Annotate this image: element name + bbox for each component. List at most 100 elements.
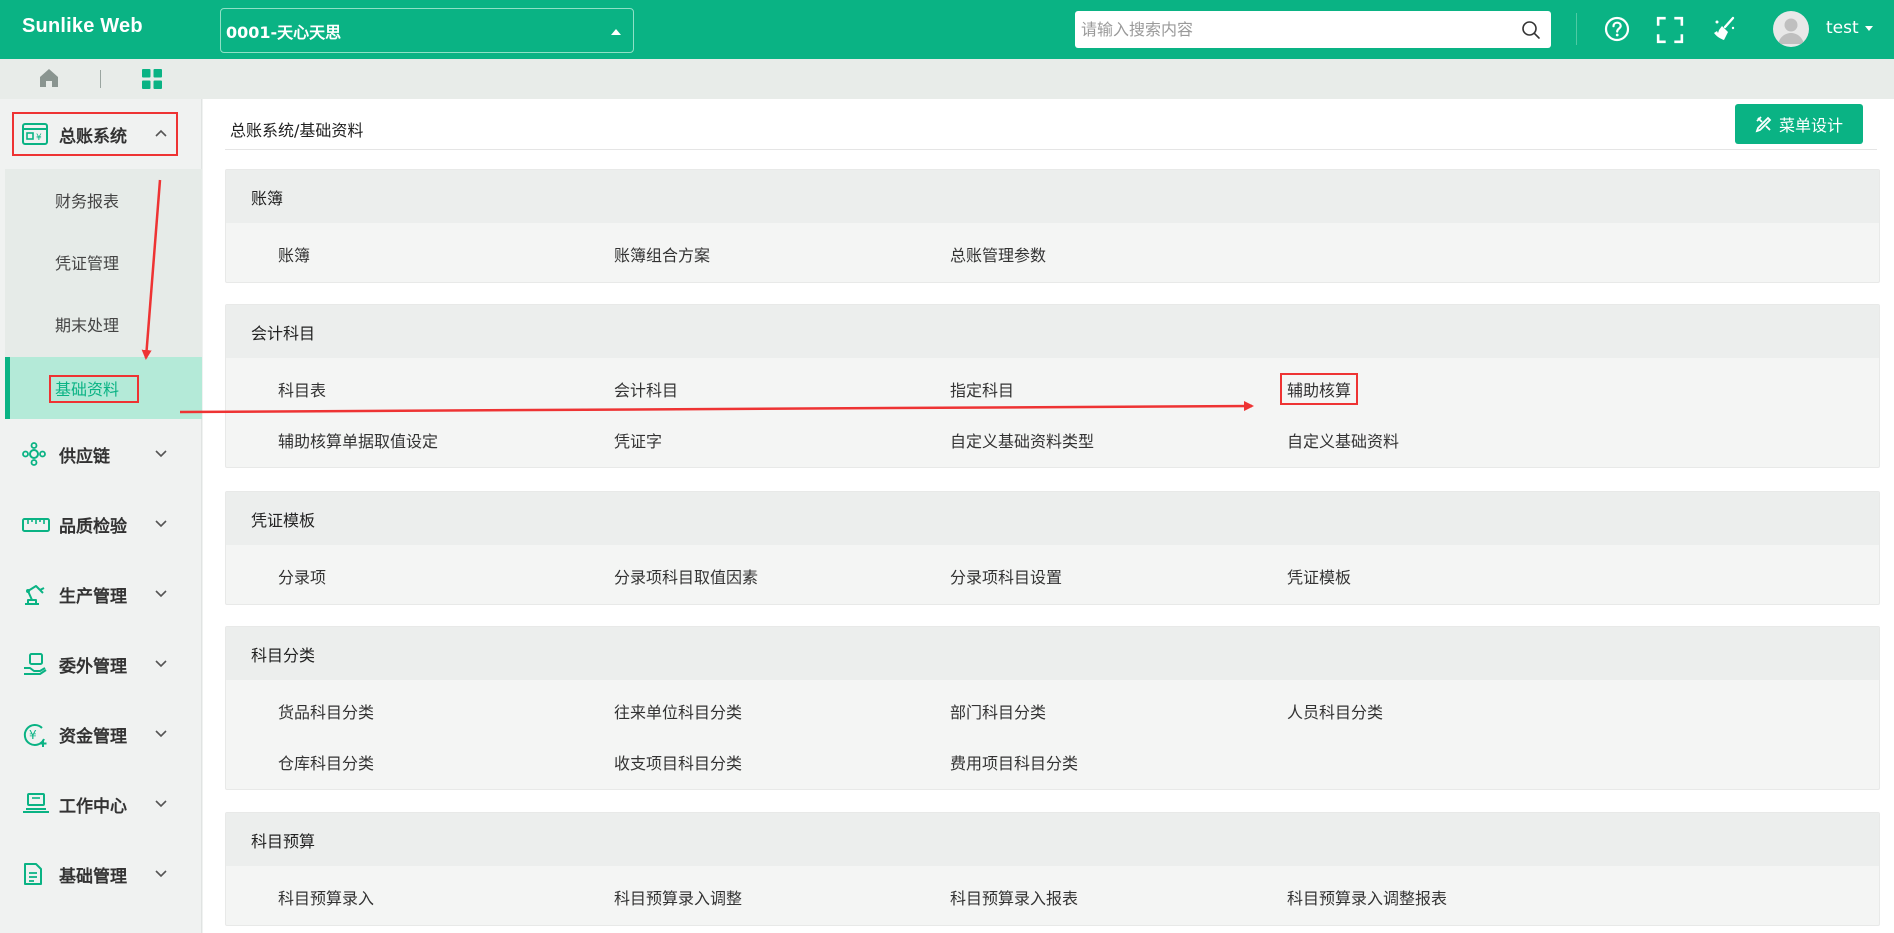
user-name: test [1826,18,1859,38]
section-account-budget: 科目预算 科目预算录入 科目预算录入调整 科目预算录入报表 科目预算录入调整报表 [225,812,1880,926]
sidebar-item-outsourcing[interactable]: 委外管理 [0,635,202,693]
top-bar: Sunlike Web 0001-天心天思 test [0,0,1894,59]
menu-link[interactable]: 科目预算录入调整报表 [1287,885,1447,909]
menu-link[interactable]: 分录项科目取值因素 [614,564,758,588]
menu-link[interactable]: 指定科目 [950,377,1014,401]
search-box[interactable] [1075,11,1551,48]
svg-text:¥: ¥ [29,728,37,742]
submenu-item-label: 财务报表 [55,192,120,211]
sidebar-item-label: 基础管理 [59,866,127,887]
menu-link[interactable]: 凭证模板 [1287,564,1351,588]
section-ledger: 账簿 账簿 账簿组合方案 总账管理参数 [225,169,1880,283]
section-account-classification: 科目分类 货品科目分类 往来单位科目分类 部门科目分类 人员科目分类 仓库科目分… [225,626,1880,790]
supply-chain-icon [22,442,46,466]
company-select[interactable]: 0001-天心天思 [220,8,634,53]
sidebar-item-basic-management[interactable]: 基础管理 [0,845,202,903]
main-content: 总账系统/基础资料 菜单设计 账簿 账簿 账簿组合方案 总账管理参数 会计科目 … [203,99,1894,933]
sidebar-item-work-center[interactable]: 工作中心 [0,775,202,833]
menu-link[interactable]: 账簿组合方案 [614,242,710,266]
chevron-down-icon [155,800,167,808]
menu-link[interactable]: 科目预算录入报表 [950,885,1078,909]
sidebar-item-funds[interactable]: ¥ 资金管理 [0,705,202,763]
sidebar-item-supply-chain[interactable]: 供应链 [0,425,202,483]
chevron-down-icon [155,870,167,878]
search-icon[interactable] [1521,20,1541,40]
chevron-up-icon [155,129,167,137]
fullscreen-icon[interactable] [1656,16,1684,44]
submenu-item[interactable]: 财务报表 [5,169,202,231]
submenu-item[interactable]: 凭证管理 [5,231,202,293]
menu-link[interactable]: 人员科目分类 [1287,699,1383,723]
chevron-down-icon [155,590,167,598]
user-avatar-icon [1778,18,1804,44]
menu-link[interactable]: 费用项目科目分类 [950,750,1078,774]
menu-link-auxiliary-accounting[interactable]: 辅助核算 [1279,373,1359,405]
menu-link[interactable]: 凭证字 [614,428,662,452]
sidebar-item-label: 供应链 [59,446,110,467]
outsourcing-icon [24,653,47,675]
chevron-down-icon [155,520,167,528]
breadcrumb: 总账系统/基础资料 [230,121,364,140]
section-accounts: 会计科目 科目表 会计科目 指定科目 辅助核算 辅助核算单据取值设定 凭证字 自… [225,304,1880,468]
menu-link[interactable]: 辅助核算单据取值设定 [278,428,438,452]
section-title: 会计科目 [226,305,1879,358]
submenu-item-label: 基础资料 [55,380,120,399]
menu-design-button[interactable]: 菜单设计 [1735,104,1863,144]
submenu-item-active[interactable]: 基础资料 [5,357,202,419]
chevron-down-icon [155,730,167,738]
ledger-icon: ¥ [22,123,48,145]
menu-link[interactable]: 分录项科目设置 [950,564,1062,588]
grid-icon[interactable] [141,68,163,90]
avatar[interactable] [1773,11,1809,47]
sidebar-item-label: 总账系统 [59,127,127,147]
menu-link[interactable]: 仓库科目分类 [278,750,374,774]
menu-link[interactable]: 会计科目 [614,377,678,401]
menu-link[interactable]: 科目预算录入调整 [614,885,742,909]
section-voucher-template: 凭证模板 分录项 分录项科目取值因素 分录项科目设置 凭证模板 [225,491,1880,605]
sidebar-item-general-ledger[interactable]: ¥ 总账系统 [0,99,202,169]
menu-link[interactable]: 部门科目分类 [950,699,1046,723]
company-select-value: 0001-天心天思 [226,22,342,42]
section-title: 科目分类 [226,627,1879,680]
brand-logo: Sunlike Web [22,15,143,37]
toolbar-separator [1576,13,1577,45]
sidebar-item-production[interactable]: 生产管理 [0,565,202,623]
menu-link[interactable]: 往来单位科目分类 [614,699,742,723]
menu-link[interactable]: 货品科目分类 [278,699,374,723]
section-title: 科目预算 [226,813,1879,866]
menu-link[interactable]: 总账管理参数 [950,242,1046,266]
sidebar-item-quality[interactable]: 品质检验 [0,495,202,553]
chevron-down-icon [155,660,167,668]
menu-link[interactable]: 分录项 [278,564,326,588]
menu-link[interactable]: 科目预算录入 [278,885,374,909]
sidebar: ¥ 总账系统 财务报表 凭证管理 期末处理 基础资料 供应链 品质检验 生产管理… [0,99,202,933]
caret-down-icon [1864,25,1873,31]
quick-bar [0,59,1894,99]
clean-broom-icon[interactable] [1711,15,1739,43]
submenu-item[interactable]: 期末处理 [5,293,202,355]
menu-design-label: 菜单设计 [1778,116,1843,135]
document-icon [24,863,42,885]
design-tools-icon [1755,116,1772,133]
ruler-icon [22,518,50,532]
help-icon[interactable] [1603,15,1631,43]
sidebar-item-label: 工作中心 [59,796,127,817]
menu-link[interactable]: 自定义基础资料类型 [950,428,1094,452]
workstation-icon [23,793,49,813]
home-icon[interactable] [38,67,60,89]
submenu-item-label: 期末处理 [55,316,120,335]
menu-link[interactable]: 账簿 [278,242,310,266]
menu-link[interactable]: 收支项目科目分类 [614,750,742,774]
section-title: 凭证模板 [226,492,1879,545]
svg-text:¥: ¥ [36,133,42,143]
quick-bar-divider [100,70,101,88]
submenu-item-label: 凭证管理 [55,254,120,273]
sidebar-item-label: 生产管理 [59,586,127,607]
search-input[interactable] [1075,11,1505,48]
menu-link[interactable]: 自定义基础资料 [1287,428,1399,452]
sidebar-item-label: 委外管理 [59,656,127,677]
caret-up-icon [611,29,621,35]
menu-link[interactable]: 科目表 [278,377,326,401]
user-menu[interactable]: test [1826,18,1873,38]
chevron-down-icon [155,450,167,458]
